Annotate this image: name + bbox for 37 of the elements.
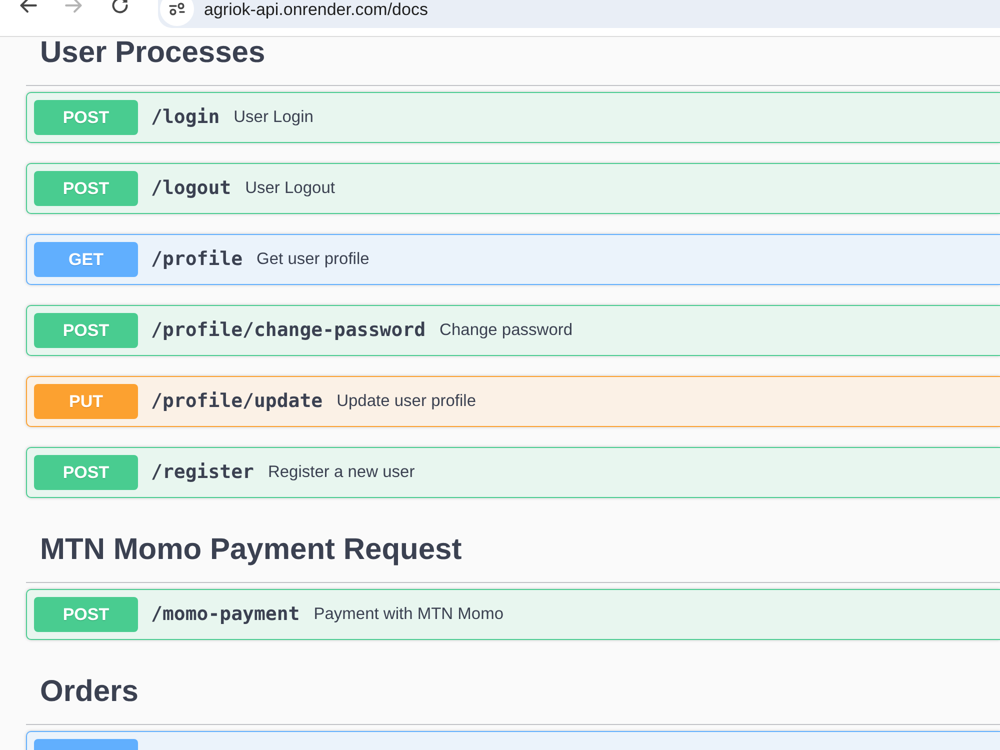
endpoint-path: /momo-payment [151, 602, 300, 628]
endpoint-summary: Get user profile [256, 249, 370, 270]
url-text: agriok-api.onrender.com/docs [204, 0, 428, 20]
endpoint-row[interactable]: POST /register Register a new user [26, 447, 1000, 498]
endpoint-row[interactable]: POST /momo-payment Payment with MTN Momo [26, 589, 1000, 640]
endpoint-row[interactable]: GET /profile Get user profile [26, 234, 1000, 285]
endpoint-row[interactable]: PUT /profile/update Update user profile [26, 376, 1000, 427]
endpoint-path: /register [151, 460, 254, 486]
endpoint-path: /logout [151, 176, 232, 202]
endpoint-summary: Update user profile [336, 391, 476, 412]
sliders-icon[interactable] [160, 0, 194, 26]
endpoint-path: /profile [151, 247, 243, 272]
section-heading[interactable]: Orders [40, 676, 980, 708]
arrow-right-icon [65, 0, 83, 15]
arrow-left-icon [19, 0, 37, 15]
endpoint-summary: User Logout [245, 178, 335, 200]
endpoint-summary: Payment with MTN Momo [314, 604, 504, 626]
endpoint-row[interactable]: POST /logout User Logout [26, 163, 1000, 214]
endpoint-path: /login [151, 105, 220, 130]
endpoint-row[interactable]: POST /profile/change-password Change password [26, 305, 1000, 356]
endpoint-row[interactable]: POST /login User Login [26, 92, 1000, 143]
method-badge: POST [34, 100, 138, 135]
method-badge: GET [34, 242, 138, 277]
endpoint-summary: User Login [234, 107, 314, 128]
method-badge: POST [34, 171, 138, 206]
method-badge: POST [34, 455, 138, 490]
section-heading[interactable]: User Processes [40, 37, 980, 69]
reload-icon [111, 0, 129, 15]
endpoint-summary: Register a new user [268, 462, 415, 484]
endpoint-summary: Change password [440, 320, 573, 342]
endpoint-path: /profile/update [151, 389, 323, 414]
method-badge: PUT [34, 384, 138, 419]
section-heading[interactable]: MTN Momo Payment Request [40, 534, 980, 566]
method-badge: POST [34, 313, 138, 348]
method-badge: POST [34, 597, 138, 632]
address-bar[interactable]: agriok-api.onrender.com/docs [158, 0, 1000, 28]
endpoint-path: /profile/change-password [151, 318, 426, 344]
